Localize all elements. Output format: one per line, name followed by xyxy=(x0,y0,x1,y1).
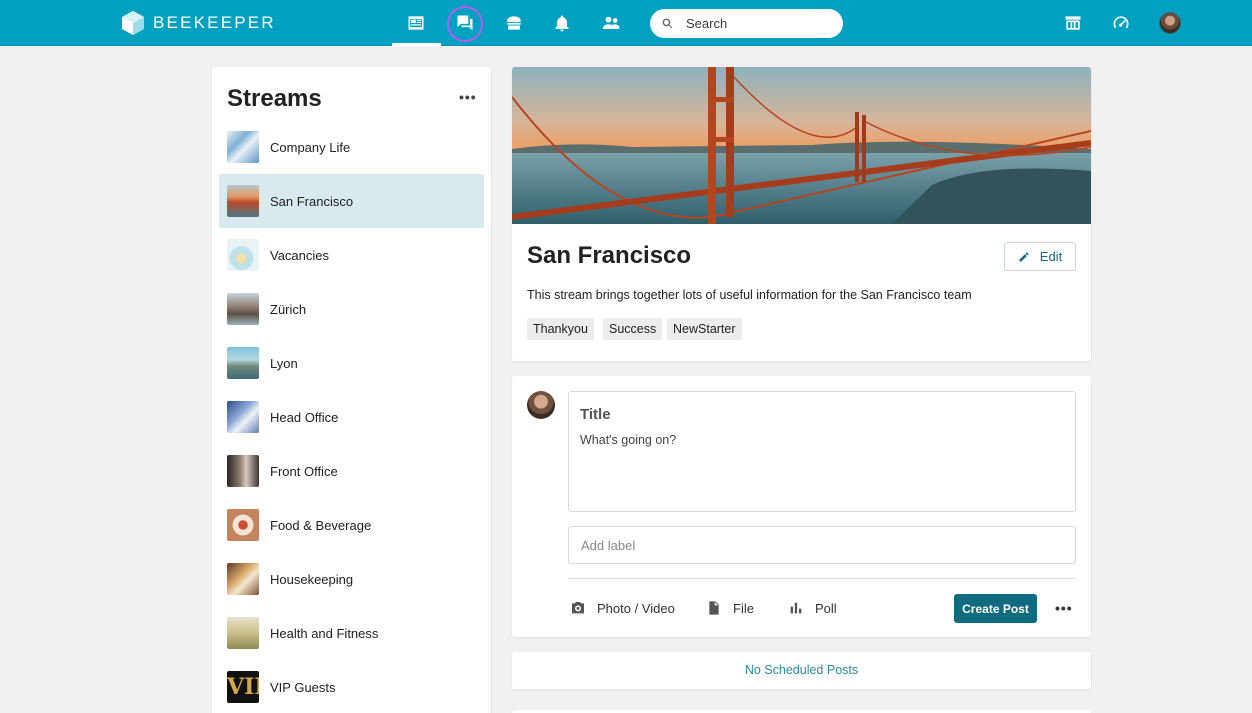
file-button[interactable]: File xyxy=(706,598,754,618)
pencil-icon xyxy=(1019,252,1029,261)
stream-header-card: San Francisco Edit This stream brings to… xyxy=(512,67,1091,361)
stream-label: San Francisco xyxy=(270,193,354,209)
stream-item-food-beverage[interactable]: Food & Beverage xyxy=(219,498,484,552)
stream-item-san-francisco[interactable]: San Francisco xyxy=(219,174,484,228)
tag-thankyou[interactable]: Thankyou xyxy=(527,318,594,340)
stream-label: Vacancies xyxy=(270,247,330,263)
stream-item-zurich[interactable]: Zürich xyxy=(219,282,484,336)
apps-icon[interactable] xyxy=(1059,9,1087,37)
stream-item-vip-guests[interactable]: VIP VIP Guests xyxy=(219,660,484,713)
search-icon xyxy=(662,18,673,29)
tag-newstarter[interactable]: NewStarter xyxy=(667,318,742,340)
streams-more-button[interactable]: ••• xyxy=(459,89,477,105)
stream-label: Housekeeping xyxy=(270,571,354,587)
post-title-input[interactable]: Title xyxy=(580,406,611,423)
active-tab-indicator xyxy=(392,43,441,46)
stream-item-front-office[interactable]: Front Office xyxy=(219,444,484,498)
stream-label: Head Office xyxy=(270,409,339,425)
brand-logo[interactable]: BEEKEEPER xyxy=(121,10,276,36)
stream-label: VIP Guests xyxy=(270,679,336,695)
stream-thumbnail xyxy=(227,131,259,163)
scheduled-posts-card[interactable]: No Scheduled Posts xyxy=(512,652,1091,689)
search-placeholder: Search xyxy=(686,16,728,31)
stream-thumbnail xyxy=(227,185,259,217)
user-avatar[interactable] xyxy=(1159,12,1181,34)
poll-icon xyxy=(790,602,802,614)
stream-cover-image xyxy=(512,67,1091,224)
streams-title: Streams xyxy=(227,85,322,112)
poll-label: Poll xyxy=(815,600,837,616)
poll-button[interactable]: Poll xyxy=(788,598,837,618)
stream-item-housekeeping[interactable]: Housekeeping xyxy=(219,552,484,606)
create-post-button[interactable]: Create Post xyxy=(954,594,1037,623)
edit-button[interactable]: Edit xyxy=(1004,242,1076,271)
stream-item-head-office[interactable]: Head Office xyxy=(219,390,484,444)
file-icon xyxy=(709,601,719,615)
brand-name: BEEKEEPER xyxy=(153,13,276,32)
camera-icon xyxy=(572,602,584,614)
stream-thumbnail xyxy=(227,617,259,649)
stream-description: This stream brings together lots of usef… xyxy=(527,288,972,302)
stream-thumbnail xyxy=(227,563,259,595)
vip-thumbnail: VIP xyxy=(227,671,259,703)
avatar xyxy=(527,391,555,419)
composer-more-button[interactable]: ••• xyxy=(1055,600,1073,616)
stream-title: San Francisco xyxy=(527,242,692,269)
store-icon[interactable] xyxy=(500,9,528,37)
post-body-placeholder: What's going on? xyxy=(580,433,677,447)
people-icon[interactable] xyxy=(597,9,625,37)
stream-thumbnail xyxy=(227,239,259,271)
stream-label: Company Life xyxy=(270,139,351,155)
photo-video-label: Photo / Video xyxy=(597,600,675,616)
add-label-input[interactable]: Add label xyxy=(568,526,1076,564)
stream-label: Front Office xyxy=(270,463,338,479)
news-feed-icon[interactable] xyxy=(402,9,430,37)
top-bar: BEEKEEPER Search xyxy=(0,0,1252,46)
tag-success[interactable]: Success xyxy=(603,318,663,340)
stream-item-lyon[interactable]: Lyon xyxy=(219,336,484,390)
beekeeper-logo-icon xyxy=(122,11,144,35)
file-label: File xyxy=(733,600,754,616)
photo-video-button[interactable]: Photo / Video xyxy=(570,598,675,618)
streams-panel: Streams ••• Company Life San Francisco V… xyxy=(212,67,491,713)
dashboard-icon[interactable] xyxy=(1107,9,1135,37)
stream-item-health-fitness[interactable]: Health and Fitness xyxy=(219,606,484,660)
stream-item-vacancies[interactable]: Vacancies xyxy=(219,228,484,282)
stream-label: Zürich xyxy=(270,301,307,317)
bell-icon[interactable] xyxy=(548,9,576,37)
post-body-textarea[interactable]: Title What's going on? xyxy=(568,391,1076,512)
stream-label: Lyon xyxy=(270,355,298,371)
stream-thumbnail xyxy=(227,293,259,325)
stream-thumbnail xyxy=(227,455,259,487)
chat-icon[interactable] xyxy=(451,9,479,37)
edit-label: Edit xyxy=(1039,249,1063,264)
stream-label: Food & Beverage xyxy=(270,517,372,533)
stream-thumbnail xyxy=(227,347,259,379)
composer-divider xyxy=(568,578,1076,579)
stream-item-company-life[interactable]: Company Life xyxy=(219,120,484,174)
scheduled-posts-link[interactable]: No Scheduled Posts xyxy=(512,663,1091,677)
stream-label: Health and Fitness xyxy=(270,625,379,641)
post-composer-card: Title What's going on? Add label Photo /… xyxy=(512,376,1091,637)
stream-thumbnail xyxy=(227,509,259,541)
stream-thumbnail xyxy=(227,401,259,433)
search-input[interactable]: Search xyxy=(650,9,843,38)
